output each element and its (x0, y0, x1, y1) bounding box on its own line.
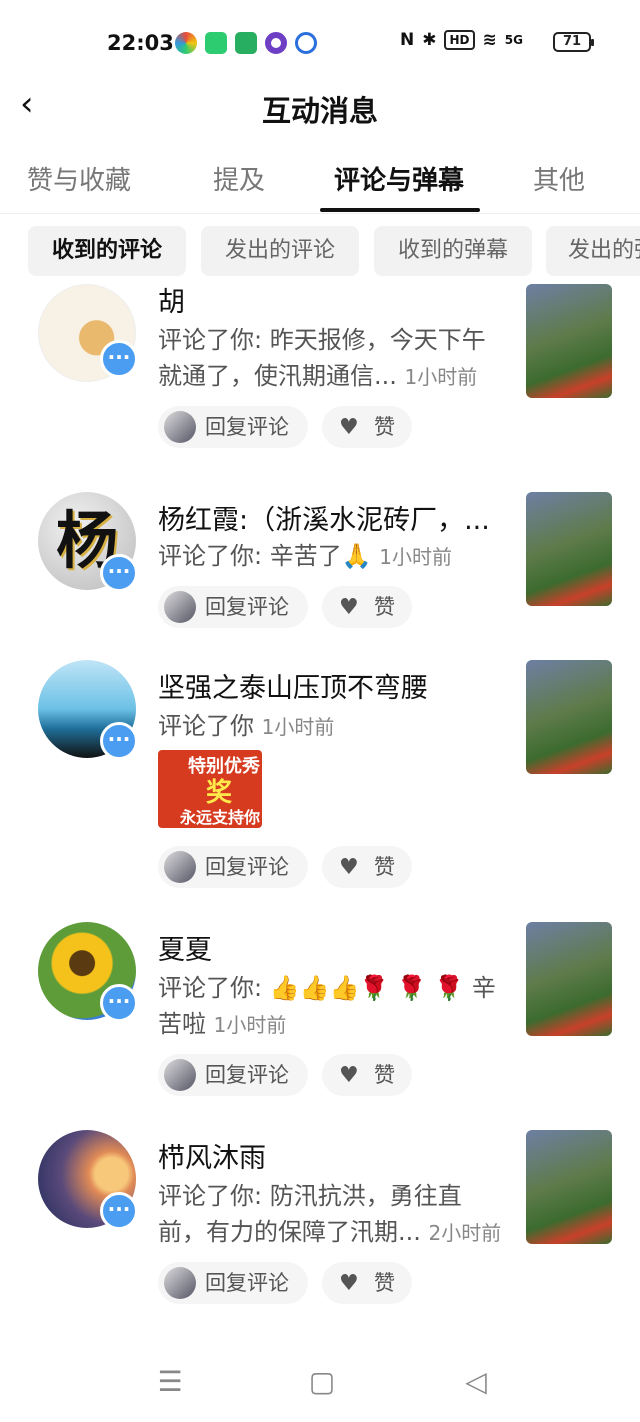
comment-list: ··· 胡 评论了你: 昨天报修，今天下午就通了，使汛期通信... 1小时前 回… (0, 276, 640, 1340)
heart-icon: ♥ (339, 1271, 359, 1296)
commenter-name[interactable]: 栉风沐雨 (158, 1136, 503, 1175)
tab-bar: 赞与收藏 提及 评论与弹幕 其他 (0, 148, 640, 214)
heart-icon: ♥ (339, 855, 359, 880)
list-item[interactable]: 杨 ··· 杨红霞:（浙溪水泥砖厂，... 评论了你: 辛苦了🙏 1小时前 回复… (0, 488, 640, 648)
tab-other[interactable]: 其他 (533, 160, 585, 197)
my-avatar (164, 1059, 196, 1091)
battery-icon: 71 (553, 32, 594, 52)
active-tab-indicator (320, 208, 480, 212)
list-item[interactable]: ··· 坚强之泰山压顶不弯腰 评论了你 1小时前 特别优秀 奖 永远支持你 回复… (0, 660, 640, 900)
commenter-name[interactable]: 胡 (158, 280, 503, 319)
heart-icon: ♥ (339, 415, 359, 440)
subtab-received-danmaku[interactable]: 收到的弹幕 (374, 226, 532, 276)
like-button[interactable]: ♥ 赞 (322, 406, 412, 448)
status-bar: 22:03 N ✱ HD ≋ 5G 71 (0, 0, 640, 84)
reply-comment-button[interactable]: 回复评论 (158, 1054, 308, 1096)
commenter-name[interactable]: 坚强之泰山压顶不弯腰 (158, 666, 503, 705)
my-avatar (164, 591, 196, 623)
commenter-name[interactable]: 杨红霞:（浙溪水泥砖厂，... (158, 498, 503, 537)
home-icon[interactable]: ▢ (302, 1362, 342, 1402)
message-app-icon (205, 32, 227, 54)
app-notification-icon (175, 32, 197, 54)
signal-icon: 5G (504, 33, 523, 47)
hd-icon: HD (444, 30, 475, 50)
comment-text: 评论了你: 昨天报修，今天下午就通了，使汛期通信... 1小时前 (158, 326, 486, 390)
reply-comment-button[interactable]: 回复评论 (158, 846, 308, 888)
comment-time: 1小时前 (213, 1013, 287, 1037)
subtab-sent-danmaku[interactable]: 发出的弹幕 (546, 226, 640, 276)
comment-time: 1小时前 (379, 545, 452, 569)
comment-text: 评论了你 1小时前 (158, 712, 335, 740)
bluetooth-icon: ✱ (422, 30, 437, 50)
comment-badge-icon: ··· (100, 554, 138, 592)
comment-time: 1小时前 (261, 715, 335, 739)
commenter-name[interactable]: 夏夏 (158, 928, 503, 967)
comment-badge-icon: ··· (100, 340, 138, 378)
comment-time: 1小时前 (404, 365, 478, 389)
video-thumbnail[interactable] (526, 922, 612, 1036)
video-thumbnail[interactable] (526, 492, 612, 606)
like-button[interactable]: ♥ 赞 (322, 846, 412, 888)
like-button[interactable]: ♥ 赞 (322, 586, 412, 628)
reply-comment-button[interactable]: 回复评论 (158, 586, 308, 628)
video-thumbnail[interactable] (526, 1130, 612, 1244)
list-item[interactable]: ··· 夏夏 评论了你: 👍👍👍🌹 🌹 🌹 辛苦啦 1小时前 回复评论 ♥ 赞 (0, 922, 640, 1102)
page-title: 互动消息 (261, 94, 378, 128)
telecom-app-icon (295, 32, 317, 54)
comment-text: 评论了你: 👍👍👍🌹 🌹 🌹 辛苦啦 1小时前 (158, 974, 496, 1038)
nav-header: ‹ 互动消息 (0, 78, 640, 134)
nfc-icon: N (400, 30, 415, 50)
like-button[interactable]: ♥ 赞 (322, 1054, 412, 1096)
back-icon[interactable]: ◁ (456, 1362, 496, 1402)
video-thumbnail[interactable] (526, 660, 612, 774)
menu-icon[interactable]: ☰ (150, 1362, 190, 1402)
list-item[interactable]: ··· 栉风沐雨 评论了你: 防汛抗洪，勇往直前，有力的保障了汛期... 2小时… (0, 1130, 640, 1310)
subtab-received-comments[interactable]: 收到的评论 (28, 226, 186, 276)
like-button[interactable]: ♥ 赞 (322, 1262, 412, 1304)
reply-comment-button[interactable]: 回复评论 (158, 406, 308, 448)
reply-comment-button[interactable]: 回复评论 (158, 1262, 308, 1304)
my-avatar (164, 1267, 196, 1299)
comment-sticker-image[interactable]: 特别优秀 奖 永远支持你 (158, 750, 262, 828)
my-avatar (164, 851, 196, 883)
subtab-bar: 收到的评论 发出的评论 收到的弹幕 发出的弹幕 (28, 226, 640, 276)
phone-app-icon (235, 32, 257, 54)
tab-likes-favorites[interactable]: 赞与收藏 (27, 160, 131, 197)
purple-app-icon (265, 32, 287, 54)
comment-text: 评论了你: 防汛抗洪，勇往直前，有力的保障了汛期... 2小时前 (158, 1182, 502, 1246)
tab-mentions[interactable]: 提及 (213, 160, 265, 197)
comment-badge-icon: ··· (100, 722, 138, 760)
status-time: 22:03 (107, 31, 174, 55)
list-item[interactable]: ··· 胡 评论了你: 昨天报修，今天下午就通了，使汛期通信... 1小时前 回… (0, 276, 640, 456)
heart-icon: ♥ (339, 1063, 359, 1088)
comment-time: 2小时前 (428, 1221, 502, 1245)
heart-icon: ♥ (339, 595, 359, 620)
comment-badge-icon: ··· (100, 984, 138, 1022)
notification-icons (175, 32, 317, 54)
system-nav-bar: ☰ ▢ ◁ (0, 1340, 640, 1422)
comment-badge-icon: ··· (100, 1192, 138, 1230)
wifi-icon: ≋ (482, 30, 497, 50)
system-icons: N ✱ HD ≋ 5G (400, 30, 523, 50)
tab-comments-danmaku[interactable]: 评论与弹幕 (334, 160, 464, 197)
comment-text: 评论了你: 辛苦了🙏 1小时前 (158, 542, 452, 570)
my-avatar (164, 411, 196, 443)
subtab-sent-comments[interactable]: 发出的评论 (201, 226, 359, 276)
video-thumbnail[interactable] (526, 284, 612, 398)
